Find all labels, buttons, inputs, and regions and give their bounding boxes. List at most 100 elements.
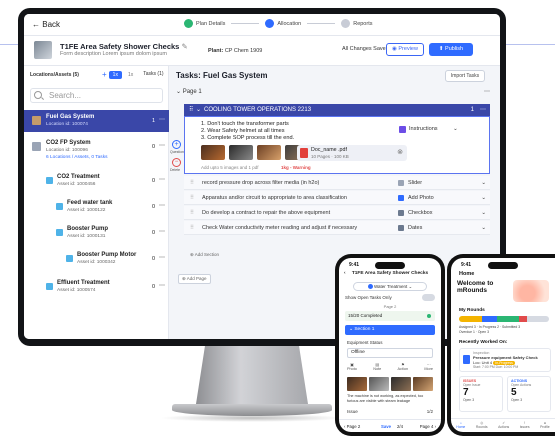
drag-handle-icon[interactable]: ⠿ <box>190 221 194 235</box>
open-tasks-toggle-row: Show Open Tasks Only <box>345 294 435 301</box>
legend-item: In Progress 2 <box>478 325 499 329</box>
actions-card[interactable]: ACTIONS Open Actions 5 Open 3 <box>507 376 551 412</box>
question-text: Apparatus and/or circuit to appropriate … <box>202 195 347 201</box>
preview-button[interactable]: ◉ Preview <box>386 43 424 56</box>
add-question-icon[interactable]: + <box>172 140 181 149</box>
question-row[interactable]: ⠿ Check Water conductivity meter reading… <box>184 221 490 235</box>
more-icon[interactable]: ⌄ <box>481 191 486 205</box>
delete-icon[interactable]: − <box>172 158 181 167</box>
more-action[interactable]: ⋯ More <box>424 362 433 371</box>
question-label: Question <box>170 150 185 154</box>
response-type[interactable]: Add Photo <box>408 191 434 205</box>
response-type[interactable]: Slider <box>408 176 422 190</box>
remove-icon[interactable]: ⊗ <box>397 148 403 156</box>
page-header[interactable]: ⌄ Page 1 ⋯ <box>176 88 494 100</box>
my-rounds-label: My Rounds <box>459 308 485 313</box>
add-page-button[interactable]: ⊕ Add Page <box>178 274 211 284</box>
asset-item[interactable]: CO2 Treatment Asset id: 1000456 0 ⋯ <box>24 170 169 194</box>
add-images-hint[interactable]: Add upto 5 images and 1 pdf <box>201 165 259 170</box>
back-icon[interactable]: ‹ <box>344 271 346 276</box>
step-connector <box>307 23 336 24</box>
attached-document[interactable]: Doc_name .pdf 10 Pages · 100 KB ⊗ <box>297 145 407 161</box>
photo-thumb[interactable] <box>369 377 389 391</box>
asset-name: Effluent Treatment <box>57 280 110 286</box>
equipment-status-input[interactable]: Offline <box>347 348 433 358</box>
drag-handle-icon[interactable]: ⠿ <box>190 191 194 205</box>
more-icon[interactable]: ⋯ <box>159 116 165 123</box>
instruction-card[interactable]: 1. Don't touch the transformer parts 2. … <box>184 116 490 174</box>
attached-photo[interactable] <box>257 145 281 160</box>
section-bar[interactable]: ⌄ Section 1 <box>345 325 435 335</box>
recent-card[interactable]: Inspection Pressure equipment Safety Che… <box>459 348 551 372</box>
import-tasks-button[interactable]: Import Tasks <box>445 70 485 82</box>
more-icon[interactable]: ⌄ <box>481 176 486 190</box>
add-section-label: Add Section <box>194 252 220 257</box>
next-label: Page 4 <box>419 424 434 429</box>
phone-screen: 9:41 Home Welcome to mRounds My Rounds A… <box>451 258 555 432</box>
tab-inactive[interactable]: 1x <box>124 71 137 79</box>
asset-item[interactable]: Effluent Treatment Asset id: 1000574 0 ⋯ <box>24 276 169 300</box>
note-action[interactable]: ▤ Note <box>373 362 381 371</box>
asset-item[interactable]: Feed water tank Asset id: 1000122 0 ⋯ <box>24 196 169 220</box>
action-action[interactable]: ⚑ Action <box>398 362 409 371</box>
attached-photo[interactable] <box>201 145 225 160</box>
more-icon[interactable]: ⌄ <box>481 206 486 220</box>
step-plan-details[interactable]: Plan Details <box>184 19 225 28</box>
next-page-button[interactable]: Page 4 › <box>420 424 436 429</box>
more-icon[interactable]: ⋯ <box>484 88 490 95</box>
photo-thumb[interactable] <box>347 377 367 391</box>
save-button[interactable]: Save <box>381 424 391 429</box>
more-icon[interactable]: ⋯ <box>159 282 165 289</box>
more-icon[interactable]: ⋯ <box>159 142 165 149</box>
prev-page-button[interactable]: ‹ Page 2 <box>344 424 360 429</box>
tab-active[interactable]: 1x <box>108 71 122 79</box>
search-input[interactable]: Search... <box>30 88 163 103</box>
marketing-stage: ← Back Plan Details Allocation Reports T… <box>0 0 555 440</box>
location-item[interactable]: CO2 FP System Location id: 100096 6 Loca… <box>24 136 169 166</box>
section-header[interactable]: ⠿ ⌄ COOLING TOWER OPERATIONS 2213 1 ⋯ <box>184 104 490 116</box>
add-icon[interactable]: + <box>102 71 107 79</box>
location-chip[interactable]: Water Treatment ⌄ <box>353 282 427 291</box>
more-icon[interactable]: ⌄ <box>481 221 486 235</box>
photo-thumb[interactable] <box>413 377 433 391</box>
form-title[interactable]: T1FE Area Safety Shower Checks ✎ <box>60 42 188 51</box>
nav-actions[interactable]: ✓ Actions <box>498 421 509 432</box>
edit-icon[interactable]: ✎ <box>181 42 187 51</box>
location-children[interactable]: 6 Locations / Assets, 0 Tasks <box>46 155 108 160</box>
asset-item[interactable]: Booster Pump Motor Asset id: 1000342 0 ⋯ <box>24 248 169 272</box>
add-section-button[interactable]: ⊕ Add Section <box>190 252 219 258</box>
nav-rounds[interactable]: ◎ Rounds <box>476 421 488 432</box>
instruction-list: 1. Don't touch the transformer parts 2. … <box>201 121 294 142</box>
photo-action[interactable]: ▣ Photo <box>347 362 357 371</box>
photo-thumb[interactable] <box>391 377 411 391</box>
more-icon[interactable]: ⋯ <box>159 202 165 209</box>
nav-profile[interactable]: ● Profile <box>540 421 550 432</box>
attached-photo[interactable] <box>229 145 253 160</box>
issues-card[interactable]: ISSUES Open Issue 7 Open 3 <box>459 376 503 412</box>
open-tasks-toggle[interactable] <box>422 294 435 301</box>
location-item[interactable]: Fuel Gas System Location id: 100074 1 ⋯ <box>24 110 169 132</box>
step-reports[interactable]: Reports <box>341 19 372 28</box>
nav-issues[interactable]: ! Issues <box>520 421 530 432</box>
nav-home[interactable]: ⌂ Home <box>456 421 465 432</box>
question-row[interactable]: ⠿ Apparatus and/or circuit to appropriat… <box>184 191 490 205</box>
question-row[interactable]: ⠿ Do develop a contract to repair the ab… <box>184 206 490 220</box>
drag-handle-icon[interactable]: ⠿ <box>189 104 193 116</box>
response-type[interactable]: Checkbox <box>408 206 432 220</box>
more-icon[interactable]: ⋯ <box>159 228 165 235</box>
more-icon[interactable]: ⋯ <box>159 254 165 261</box>
drag-handle-icon[interactable]: ⠿ <box>190 206 194 220</box>
instructions-type-select[interactable]: Instructions ⌄ <box>409 126 458 132</box>
question-row[interactable]: ⠿ record pressure drop across filter med… <box>184 176 490 190</box>
step-allocation[interactable]: Allocation <box>265 19 301 28</box>
more-icon[interactable]: ⋯ <box>480 104 486 116</box>
asset-item[interactable]: Booster Pump Asset id: 1000131 0 ⋯ <box>24 222 169 246</box>
response-type[interactable]: Dates <box>408 221 422 235</box>
back-button[interactable]: ← Back <box>32 20 60 29</box>
form-header: T1FE Area Safety Shower Checks ✎ Form de… <box>24 36 500 66</box>
drag-handle-icon[interactable]: ⠿ <box>190 176 194 190</box>
publish-button[interactable]: ⬆ Publish <box>429 43 473 56</box>
issue-row[interactable]: Issue 1/2 <box>347 409 433 414</box>
more-icon[interactable]: ⋯ <box>159 176 165 183</box>
plant-label: Plant: <box>208 48 224 54</box>
